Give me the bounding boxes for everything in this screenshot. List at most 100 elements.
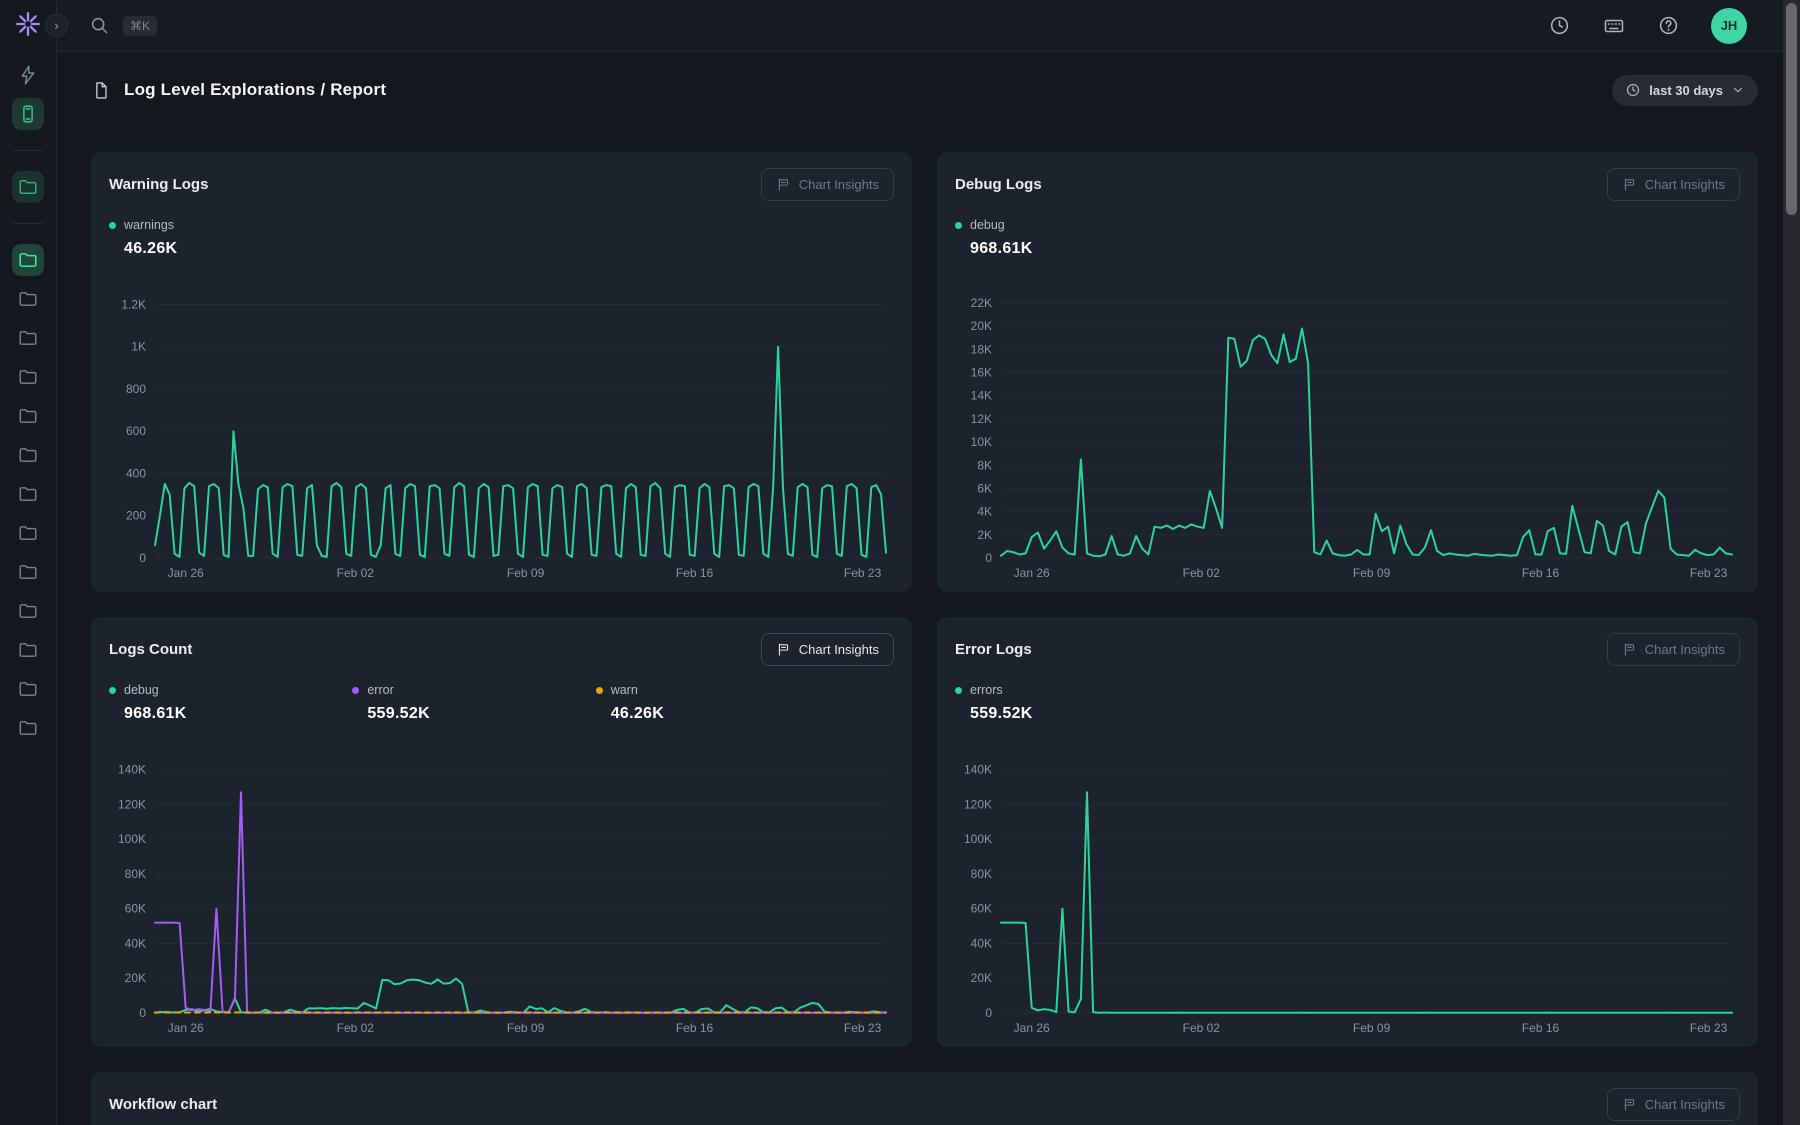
svg-text:0: 0 bbox=[985, 1006, 992, 1020]
folder-icon bbox=[17, 522, 39, 544]
sidebar-item-folder-pinned[interactable] bbox=[12, 171, 44, 203]
sidebar-item-folder[interactable] bbox=[12, 595, 44, 627]
sidebar-item-folder[interactable] bbox=[12, 283, 44, 315]
sidebar-item-folder[interactable] bbox=[12, 673, 44, 705]
sidebar-item-folder[interactable] bbox=[12, 439, 44, 471]
svg-text:Feb 09: Feb 09 bbox=[507, 566, 545, 580]
folder-icon bbox=[17, 249, 39, 271]
svg-text:4K: 4K bbox=[977, 505, 992, 519]
legend-dot bbox=[955, 222, 962, 229]
time-range-button[interactable]: last 30 days bbox=[1612, 75, 1758, 106]
cards-grid: Warning Logs Chart Insights wa bbox=[57, 128, 1800, 1125]
svg-text:600: 600 bbox=[126, 424, 146, 438]
legend-dot bbox=[352, 687, 359, 694]
scrollbar[interactable] bbox=[1783, 0, 1800, 1125]
sidebar-item-folder[interactable] bbox=[12, 556, 44, 588]
legend-item-warnings[interactable]: warnings 46.26K bbox=[109, 218, 352, 258]
svg-text:60K: 60K bbox=[971, 902, 992, 916]
chart-insights-button[interactable]: Chart Insights bbox=[761, 633, 894, 666]
folder-icon bbox=[17, 444, 39, 466]
chart-insights-button[interactable]: Chart Insights bbox=[1607, 633, 1740, 666]
legend-value: 968.61K bbox=[124, 705, 352, 723]
svg-text:2K: 2K bbox=[977, 528, 992, 542]
folder-icon bbox=[17, 717, 39, 739]
keyboard-shortcuts-button[interactable] bbox=[1602, 14, 1626, 38]
legend-value: 46.26K bbox=[124, 240, 352, 258]
sidebar-collapse-button[interactable]: › bbox=[45, 14, 68, 37]
card-warning-logs: Warning Logs Chart Insights wa bbox=[91, 152, 912, 592]
svg-text:Feb 09: Feb 09 bbox=[507, 1021, 545, 1035]
svg-text:100K: 100K bbox=[964, 832, 992, 846]
sidebar-item-lightning[interactable] bbox=[12, 59, 44, 91]
card-title: Error Logs bbox=[955, 641, 1032, 658]
svg-text:40K: 40K bbox=[971, 937, 992, 951]
svg-text:800: 800 bbox=[126, 382, 146, 396]
help-button[interactable] bbox=[1657, 14, 1680, 37]
logs-count-chart[interactable]: 020K40K60K80K100K120K140KJan 26Feb 02Feb… bbox=[109, 753, 894, 1039]
sidebar-item-folder[interactable] bbox=[12, 712, 44, 744]
legend-dot bbox=[109, 222, 116, 229]
legend-item-errors[interactable]: errors 559.52K bbox=[955, 683, 1198, 723]
legend-item-error[interactable]: error 559.52K bbox=[352, 683, 595, 723]
svg-text:1.2K: 1.2K bbox=[121, 298, 146, 312]
user-avatar[interactable]: JH bbox=[1711, 8, 1747, 44]
folder-icon bbox=[17, 561, 39, 583]
chart-insights-button[interactable]: Chart Insights bbox=[1607, 1088, 1740, 1121]
warning-logs-chart[interactable]: 02004006008001K1.2KJan 26Feb 02Feb 09Feb… bbox=[109, 288, 894, 584]
svg-text:140K: 140K bbox=[964, 763, 992, 777]
sidebar-item-folder-selected[interactable] bbox=[12, 244, 44, 276]
svg-text:100K: 100K bbox=[118, 832, 146, 846]
card-title: Logs Count bbox=[109, 641, 192, 658]
chart-insights-icon bbox=[776, 177, 791, 192]
svg-text:Feb 09: Feb 09 bbox=[1353, 1021, 1391, 1035]
svg-text:22K: 22K bbox=[971, 296, 992, 310]
legend-dot bbox=[109, 687, 116, 694]
chart-insights-icon bbox=[776, 642, 791, 657]
legend-item-debug[interactable]: debug 968.61K bbox=[955, 218, 1198, 258]
sidebar-item-folder[interactable] bbox=[12, 322, 44, 354]
card-title: Warning Logs bbox=[109, 176, 208, 193]
svg-text:Jan 26: Jan 26 bbox=[168, 566, 204, 580]
svg-text:20K: 20K bbox=[971, 971, 992, 985]
svg-text:Feb 16: Feb 16 bbox=[676, 566, 714, 580]
card-title: Workflow chart bbox=[109, 1096, 217, 1113]
chart-insights-icon bbox=[1622, 1097, 1637, 1112]
page-title: Log Level Explorations / Report bbox=[124, 80, 386, 100]
svg-text:Feb 09: Feb 09 bbox=[1353, 566, 1391, 580]
chart-insights-button[interactable]: Chart Insights bbox=[761, 168, 894, 201]
svg-text:10K: 10K bbox=[971, 435, 992, 449]
chart-insights-button[interactable]: Chart Insights bbox=[1607, 168, 1740, 201]
sidebar-item-folder[interactable] bbox=[12, 634, 44, 666]
svg-text:1K: 1K bbox=[131, 340, 146, 354]
legend-value: 559.52K bbox=[970, 705, 1198, 723]
search-bar[interactable]: ⌘K bbox=[89, 15, 157, 36]
folder-icon bbox=[17, 483, 39, 505]
starburst-logo-icon bbox=[15, 11, 41, 37]
legend-item-warn[interactable]: warn 46.26K bbox=[596, 683, 839, 723]
topbar-actions: JH bbox=[1548, 8, 1747, 44]
svg-text:Feb 23: Feb 23 bbox=[1690, 566, 1728, 580]
page-content: Log Level Explorations / Report last 30 … bbox=[57, 52, 1800, 1125]
topbar: ⌘K bbox=[57, 0, 1800, 52]
legend: warnings 46.26K bbox=[109, 218, 894, 258]
recent-activity-button[interactable] bbox=[1548, 14, 1571, 37]
svg-text:Feb 02: Feb 02 bbox=[1183, 566, 1221, 580]
sidebar-item-folder[interactable] bbox=[12, 361, 44, 393]
sidebar-item-device-active[interactable] bbox=[12, 98, 44, 130]
error-logs-chart[interactable]: 020K40K60K80K100K120K140KJan 26Feb 02Feb… bbox=[955, 753, 1740, 1039]
svg-text:Jan 26: Jan 26 bbox=[168, 1021, 204, 1035]
legend-value: 46.26K bbox=[611, 705, 839, 723]
svg-text:Feb 16: Feb 16 bbox=[1522, 1021, 1560, 1035]
svg-text:Feb 02: Feb 02 bbox=[337, 1021, 375, 1035]
svg-text:80K: 80K bbox=[125, 867, 146, 881]
debug-logs-chart[interactable]: 02K4K6K8K10K12K14K16K18K20K22KJan 26Feb … bbox=[955, 288, 1740, 584]
scrollbar-thumb[interactable] bbox=[1786, 3, 1797, 215]
folder-icon bbox=[17, 678, 39, 700]
svg-text:Jan 26: Jan 26 bbox=[1014, 566, 1050, 580]
sidebar-item-folder[interactable] bbox=[12, 478, 44, 510]
sidebar-item-folder[interactable] bbox=[12, 400, 44, 432]
svg-text:120K: 120K bbox=[118, 797, 146, 811]
legend-item-debug[interactable]: debug 968.61K bbox=[109, 683, 352, 723]
card-debug-logs: Debug Logs Chart Insights debu bbox=[937, 152, 1758, 592]
sidebar-item-folder[interactable] bbox=[12, 517, 44, 549]
